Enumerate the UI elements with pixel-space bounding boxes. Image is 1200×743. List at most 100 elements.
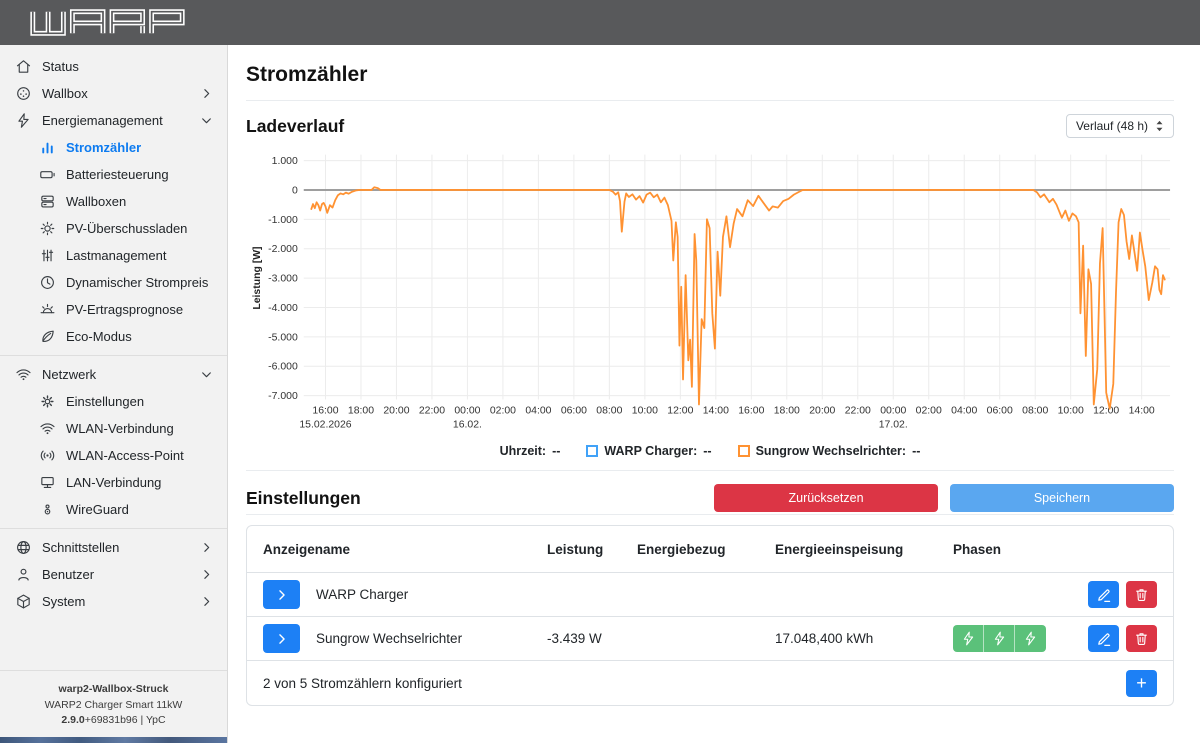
legend-checkbox[interactable] xyxy=(738,445,750,457)
svg-text:10:00: 10:00 xyxy=(1058,405,1084,416)
sidebar-item-wallboxen[interactable]: Wallboxen xyxy=(0,188,227,215)
leaf-icon xyxy=(38,328,56,346)
col-leistung: Leistung xyxy=(547,542,637,557)
sidebar-item-label: WLAN-Access-Point xyxy=(66,448,184,463)
gear-icon xyxy=(38,393,56,411)
sidebar: Status WallboxEnergiemanagement Stromzähle… xyxy=(0,45,228,743)
home-icon xyxy=(14,58,32,76)
svg-text:08:00: 08:00 xyxy=(1022,405,1048,416)
sidebar-item-label: Einstellungen xyxy=(66,394,144,409)
svg-text:15.02.2026: 15.02.2026 xyxy=(299,419,351,430)
sidebar-item-label: Eco-Modus xyxy=(66,329,132,344)
warp-logo xyxy=(16,9,199,36)
svg-text:10:00: 10:00 xyxy=(632,405,658,416)
sidebar-item-label: Lastmanagement xyxy=(66,248,166,263)
wifi-icon xyxy=(14,366,32,384)
stack-icon xyxy=(38,193,56,211)
reset-button[interactable]: Zurücksetzen xyxy=(714,484,938,512)
meter-bars-icon xyxy=(38,139,56,157)
sidebar-item-label: Batteriesteuerung xyxy=(66,167,169,182)
sidebar-item-system[interactable]: System xyxy=(0,588,227,615)
lan-icon xyxy=(38,474,56,492)
sidebar-item-label: Schnittstellen xyxy=(42,540,119,555)
phases-cell xyxy=(953,625,1073,652)
legend-checkbox[interactable] xyxy=(586,445,598,457)
sidebar-item-energiemanagement[interactable]: Energiemanagement xyxy=(0,107,227,134)
sidebar-item-wlan-access-point[interactable]: WLAN-Access-Point xyxy=(0,442,227,469)
sidebar-item-wlan-verbindung[interactable]: WLAN-Verbindung xyxy=(0,415,227,442)
device-model: WARP2 Charger Smart 11kW xyxy=(6,698,221,714)
svg-text:-5.000: -5.000 xyxy=(268,332,298,343)
sidebar-item-label: Status xyxy=(42,59,79,74)
sidebar-item-stromz-hler[interactable]: Stromzähler xyxy=(0,134,227,161)
svg-text:04:00: 04:00 xyxy=(525,405,551,416)
history-range-select[interactable]: Verlauf (48 h) xyxy=(1066,114,1174,138)
device-name: warp2-Wallbox-Struck xyxy=(6,682,221,698)
sidebar-item-einstellungen[interactable]: Einstellungen xyxy=(0,388,227,415)
delete-meter-button[interactable] xyxy=(1126,625,1157,652)
sidebar-item-wallbox[interactable]: Wallbox xyxy=(0,80,227,107)
access-point-icon xyxy=(38,447,56,465)
table-row: Sungrow Wechselrichter-3.439 W17.048,400… xyxy=(247,616,1173,660)
svg-text:00:00: 00:00 xyxy=(880,405,906,416)
sidebar-item-label: Stromzähler xyxy=(66,140,141,155)
sidebar-item-pv-berschussladen[interactable]: PV-Überschussladen xyxy=(0,215,227,242)
svg-text:14:00: 14:00 xyxy=(1129,405,1155,416)
delete-meter-button[interactable] xyxy=(1126,581,1157,608)
meter-energieeinspeisung: 17.048,400 kWh xyxy=(775,631,953,646)
sidebar-item-netzwerk[interactable]: Netzwerk xyxy=(0,361,227,388)
legend-time: Uhrzeit:-- xyxy=(500,444,561,458)
divider xyxy=(246,470,1174,471)
sunrise-icon xyxy=(38,301,56,319)
sidebar-item-dynamischer-strompreis[interactable]: Dynamischer Strompreis xyxy=(0,269,227,296)
svg-text:00:00: 00:00 xyxy=(454,405,480,416)
sidebar-item-lastmanagement[interactable]: Lastmanagement xyxy=(0,242,227,269)
sidebar-item-eco-modus[interactable]: Eco-Modus xyxy=(0,323,227,350)
legend-item: Sungrow Wechselrichter:-- xyxy=(738,444,921,458)
chart-section-title: Ladeverlauf xyxy=(246,116,344,137)
chevron-down-icon xyxy=(200,114,213,127)
settings-section-title: Einstellungen xyxy=(246,488,361,509)
add-meter-button[interactable]: + xyxy=(1126,670,1157,697)
cube-icon xyxy=(14,593,32,611)
edit-meter-button[interactable] xyxy=(1088,581,1119,608)
svg-text:12:00: 12:00 xyxy=(667,405,693,416)
configured-count-text: 2 von 5 Stromzählern konfiguriert xyxy=(263,676,462,691)
edit-meter-button[interactable] xyxy=(1088,625,1119,652)
divider xyxy=(246,100,1174,101)
sidebar-item-pv-ertragsprognose[interactable]: PV-Ertragsprognose xyxy=(0,296,227,323)
sidebar-item-label: LAN-Verbindung xyxy=(66,475,161,490)
expand-row-button[interactable] xyxy=(263,580,300,609)
charge-history-chart[interactable]: 1.0000-1.000-2.000-3.000-4.000-5.000-6.0… xyxy=(246,144,1174,444)
svg-text:16:00: 16:00 xyxy=(738,405,764,416)
sidebar-item-wireguard[interactable]: WireGuard xyxy=(0,496,227,523)
globe-icon xyxy=(14,539,32,557)
expand-row-button[interactable] xyxy=(263,624,300,653)
svg-text:20:00: 20:00 xyxy=(809,405,835,416)
charging-socket-icon xyxy=(14,85,32,103)
svg-text:18:00: 18:00 xyxy=(774,405,800,416)
firmware-version: 2.9.0+69831b96 | YpC xyxy=(6,713,221,729)
sidebar-item-label: PV-Überschussladen xyxy=(66,221,187,236)
sidebar-bottom-logo-strip xyxy=(0,737,227,743)
col-energiebezug: Energiebezug xyxy=(637,542,775,557)
phase-bolt-badge xyxy=(953,625,984,652)
svg-text:16.02.: 16.02. xyxy=(453,419,482,430)
svg-text:02:00: 02:00 xyxy=(916,405,942,416)
sliders-icon xyxy=(38,247,56,265)
sidebar-item-benutzer[interactable]: Benutzer xyxy=(0,561,227,588)
phase-bolt-badge xyxy=(984,625,1015,652)
sidebar-item-batteriesteuerung[interactable]: Batteriesteuerung xyxy=(0,161,227,188)
sidebar-item-status[interactable]: Status xyxy=(0,53,227,80)
svg-text:-1.000: -1.000 xyxy=(268,215,298,226)
table-row: WARP Charger xyxy=(247,572,1173,616)
chevron-right-icon xyxy=(200,568,213,581)
svg-text:02:00: 02:00 xyxy=(490,405,516,416)
sidebar-item-lan-verbindung[interactable]: LAN-Verbindung xyxy=(0,469,227,496)
svg-text:18:00: 18:00 xyxy=(348,405,374,416)
sidebar-item-schnittstellen[interactable]: Schnittstellen xyxy=(0,534,227,561)
save-button[interactable]: Speichern xyxy=(950,484,1174,512)
chart-legend: Uhrzeit:-- WARP Charger:--Sungrow Wechse… xyxy=(246,444,1174,458)
price-clock-icon xyxy=(38,274,56,292)
svg-text:17.02.: 17.02. xyxy=(879,419,908,430)
